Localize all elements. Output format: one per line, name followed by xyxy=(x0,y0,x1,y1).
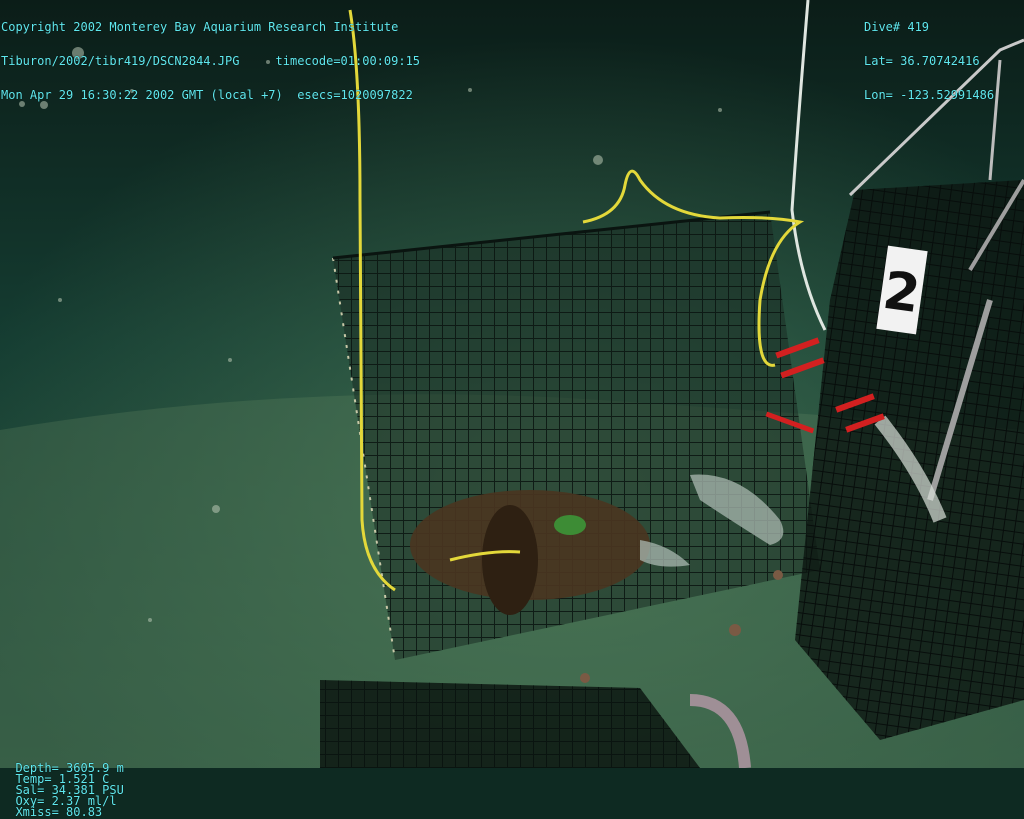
latitude: Lat= 36.70742416 xyxy=(864,54,980,68)
overlay-top-left: Copyright 2002 Monterey Bay Aquarium Res… xyxy=(1,0,420,113)
file-timecode-text: Tiburon/2002/tibr419/DSCN2844.JPG timeco… xyxy=(1,54,421,68)
longitude: Lon= -123.52991486 xyxy=(864,88,995,102)
foreground-trap xyxy=(320,680,700,768)
datetime-text: Mon Apr 29 16:30:22 2002 GMT (local +7) … xyxy=(1,88,413,102)
copyright-text: Copyright 2002 Monterey Bay Aquarium Res… xyxy=(1,20,399,34)
transmission-reading: Xmiss= 80.83 xyxy=(15,805,103,819)
dive-number: Dive# 419 xyxy=(864,20,930,34)
seafloor-scene: 2 xyxy=(0,0,1024,768)
overlay-top-right: Dive# 419 Lat= 36.70742416 Lon= -123.529… xyxy=(864,0,994,113)
overlay-bottom-sensors: Depth= 3605.9 m Temp= 1.521 C Sal= 34.38… xyxy=(1,752,134,818)
